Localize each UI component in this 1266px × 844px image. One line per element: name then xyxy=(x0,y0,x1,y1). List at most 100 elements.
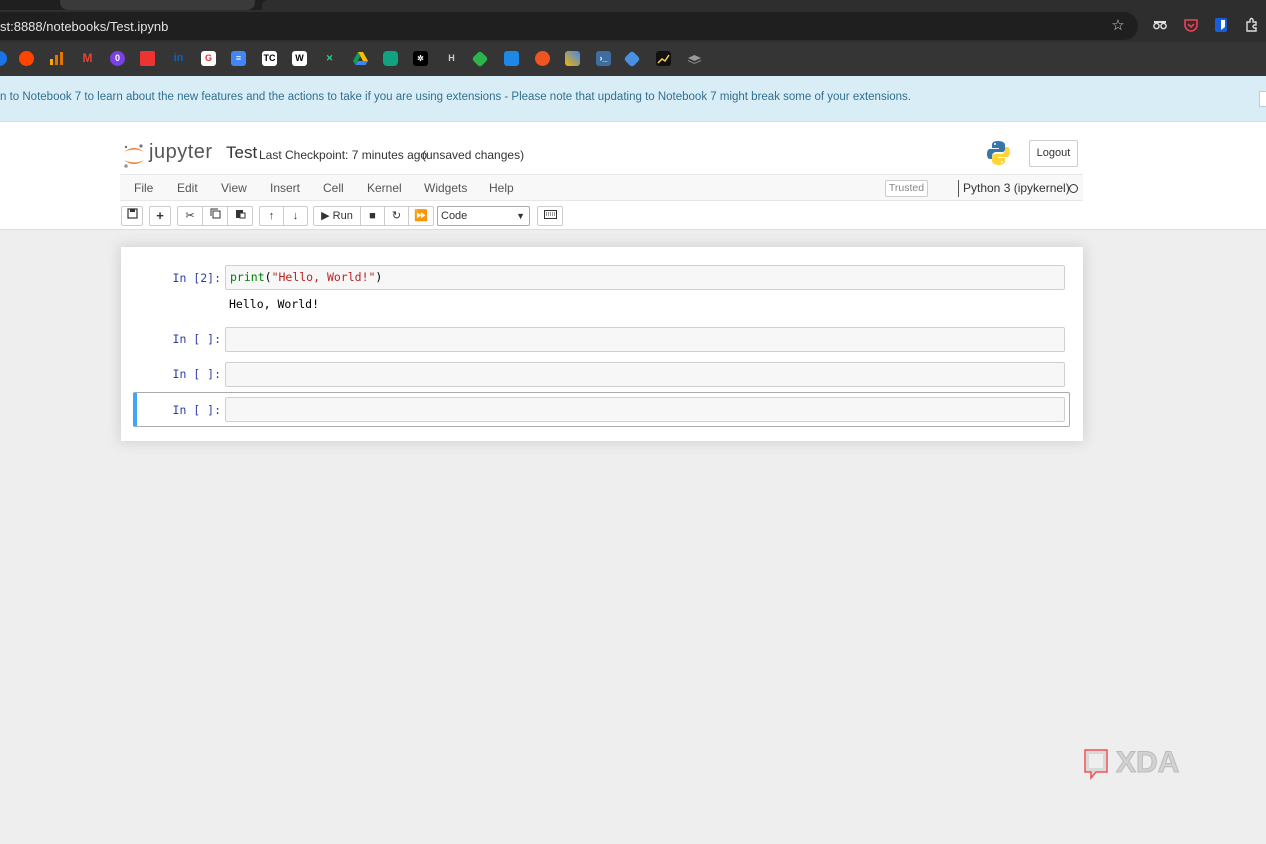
last-checkpoint[interactable]: Last Checkpoint: 7 minutes ago xyxy=(259,148,427,162)
menu-help[interactable]: Help xyxy=(489,181,514,195)
wikipedia-icon[interactable]: W xyxy=(292,51,307,66)
kernel-status-icon xyxy=(1069,184,1078,193)
restart-button[interactable]: ↻ xyxy=(384,206,409,226)
address-bar[interactable]: st:8888/notebooks/Test.ipynb xyxy=(0,12,1138,40)
reddit-icon[interactable] xyxy=(19,51,34,66)
command-palette-button[interactable] xyxy=(537,206,563,226)
bookmark-gem-icon[interactable] xyxy=(623,50,641,68)
code-input[interactable] xyxy=(225,327,1065,352)
fast-forward-icon: ⏩ xyxy=(414,210,428,222)
code-input[interactable] xyxy=(225,397,1065,422)
bookmark-dark-icon[interactable]: ✲ xyxy=(413,51,428,66)
arrow-up-icon: ↑ xyxy=(268,210,275,222)
trusted-indicator[interactable]: Trusted xyxy=(885,180,928,197)
run-button[interactable]: ▶ Run xyxy=(313,206,361,226)
cell-prompt: In [ ]: xyxy=(172,367,221,381)
plus-icon: + xyxy=(156,208,164,223)
banner-close-button[interactable] xyxy=(1259,91,1266,107)
linkedin-icon[interactable]: in xyxy=(171,51,186,66)
menu-insert[interactable]: Insert xyxy=(270,181,300,195)
stop-icon: ■ xyxy=(369,210,376,222)
cell-type-select[interactable]: Code ▼ xyxy=(437,206,530,226)
code-paren-close: ) xyxy=(375,270,383,284)
cell-type-value: Code xyxy=(441,210,468,222)
interrupt-button[interactable]: ■ xyxy=(360,206,385,226)
gmail-icon[interactable]: M xyxy=(80,51,95,66)
bookmark-red-icon[interactable] xyxy=(535,51,550,66)
bookmark-star-icon[interactable]: ☆ xyxy=(1109,17,1127,35)
google-drive-icon[interactable] xyxy=(353,51,368,66)
insert-cell-button[interactable]: + xyxy=(149,206,171,226)
cell-prompt: In [2]: xyxy=(172,271,221,285)
code-input[interactable] xyxy=(225,362,1065,387)
menu-view[interactable]: View xyxy=(221,181,247,195)
browser-toolbar: st:8888/notebooks/Test.ipynb ☆ xyxy=(0,10,1266,42)
cell-prompt: In [ ]: xyxy=(172,403,221,417)
xda-watermark-text: XDA xyxy=(1116,746,1179,779)
browser-tab-strip xyxy=(0,0,1266,10)
code-input[interactable]: print("Hello, World!") xyxy=(225,265,1065,290)
cell-output: Hello, World! xyxy=(229,297,320,311)
menu-widgets[interactable]: Widgets xyxy=(424,181,467,195)
move-up-button[interactable]: ↑ xyxy=(259,206,284,226)
save-icon xyxy=(126,208,138,219)
url-text[interactable]: st:8888/notebooks/Test.ipynb xyxy=(0,19,168,34)
banner-text: n to Notebook 7 to learn about the new f… xyxy=(0,91,911,103)
menubar: File Edit View Insert Cell Kernel Widget… xyxy=(120,174,1083,201)
browser-tab-area xyxy=(262,0,1266,10)
play-icon: ▶ xyxy=(321,210,330,222)
scissors-icon: ✂ xyxy=(185,210,195,222)
code-paren-open: ( xyxy=(264,270,272,284)
bookmark-icon[interactable] xyxy=(0,51,7,66)
save-button[interactable] xyxy=(121,206,143,226)
cut-button[interactable]: ✂ xyxy=(177,206,203,226)
bitwarden-icon[interactable] xyxy=(1212,17,1230,35)
copy-button[interactable] xyxy=(202,206,228,226)
logout-button[interactable]: Logout xyxy=(1029,140,1078,167)
terminal-icon[interactable]: ›_ xyxy=(596,51,611,66)
python-logo-icon xyxy=(987,141,1010,165)
tradingview-icon[interactable] xyxy=(656,51,671,66)
layers-icon[interactable] xyxy=(687,51,702,66)
code-function: print xyxy=(230,270,265,284)
menu-cell[interactable]: Cell xyxy=(323,181,344,195)
keyboard-icon xyxy=(543,210,557,219)
browser-tab-active[interactable] xyxy=(60,0,255,10)
menu-kernel[interactable]: Kernel xyxy=(367,181,402,195)
bookmark-cube-icon[interactable] xyxy=(565,51,580,66)
kernel-name[interactable]: Python 3 (ipykernel) xyxy=(958,180,1070,197)
chat-icon[interactable] xyxy=(504,51,519,66)
move-down-button[interactable]: ↓ xyxy=(283,206,308,226)
run-label: Run xyxy=(332,210,353,222)
bookmark-green-icon[interactable]: ✕ xyxy=(322,51,337,66)
jupyter-logo-icon[interactable] xyxy=(122,142,146,170)
incognito-icon[interactable] xyxy=(1151,17,1169,35)
extensions-puzzle-icon[interactable] xyxy=(1243,17,1261,35)
tc-icon[interactable]: TC xyxy=(262,51,277,66)
bookmark-diamond-icon[interactable] xyxy=(471,50,489,68)
pocket-icon[interactable] xyxy=(1182,17,1200,35)
analytics-icon[interactable] xyxy=(49,51,64,66)
copy-icon xyxy=(210,208,220,219)
bookmarks-bar: M 0 in G ≡ TC W ✕ ✲ H ›_ xyxy=(0,42,1266,76)
bookmark-h-icon[interactable]: H xyxy=(444,51,459,66)
notebook-name[interactable]: Test xyxy=(226,143,257,163)
store-icon[interactable] xyxy=(140,51,155,66)
menu-edit[interactable]: Edit xyxy=(177,181,198,195)
run-all-button[interactable]: ⏩ xyxy=(408,206,434,226)
bookmark-purple-icon[interactable]: 0 xyxy=(110,51,125,66)
notebook7-banner: n to Notebook 7 to learn about the new f… xyxy=(0,76,1266,122)
google-docs-icon[interactable]: ≡ xyxy=(231,51,246,66)
xda-watermark-logo: XDA xyxy=(1084,746,1180,781)
jupyter-logo-text[interactable]: jupyter xyxy=(149,141,213,164)
chatgpt-icon[interactable] xyxy=(383,51,398,66)
cell-prompt: In [ ]: xyxy=(172,332,221,346)
menu-file[interactable]: File xyxy=(134,181,153,195)
arrow-down-icon: ↓ xyxy=(292,210,299,222)
paste-icon xyxy=(235,210,245,219)
calendar-icon[interactable]: G xyxy=(201,51,216,66)
notebook-toolbar: + ✂ ↑ ↓ ▶ Run ■ ↻ ⏩ Code ▼ xyxy=(120,204,1083,228)
paste-button[interactable] xyxy=(227,206,253,226)
chevron-down-icon: ▼ xyxy=(516,211,525,221)
restart-icon: ↻ xyxy=(391,210,402,222)
